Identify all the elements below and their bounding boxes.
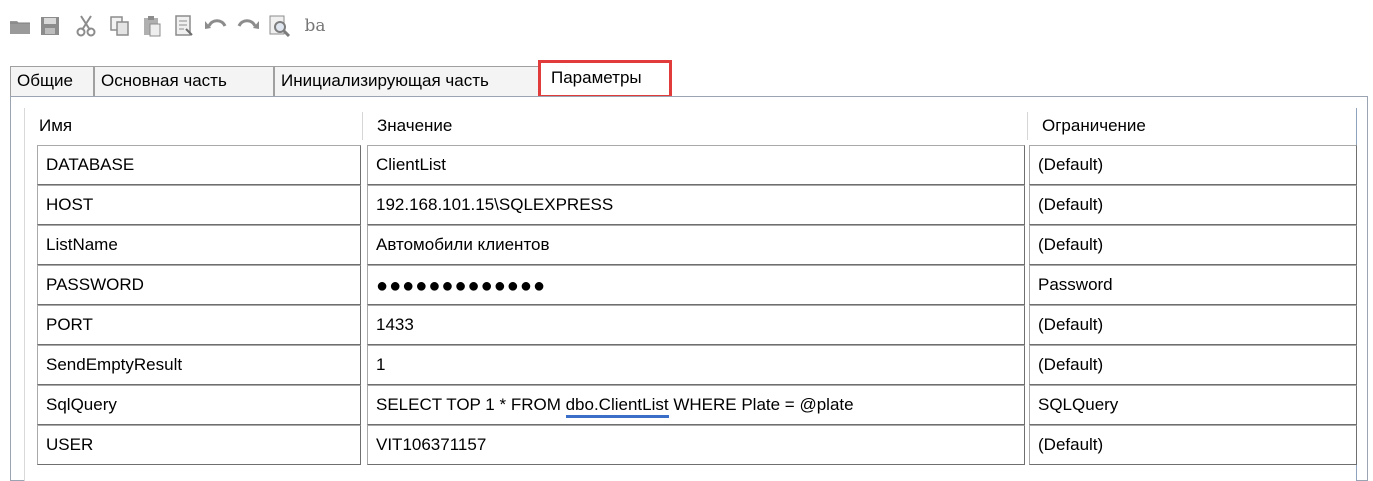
column-header-value[interactable]: Значение	[363, 108, 1023, 142]
param-name-cell[interactable]: USER	[37, 425, 361, 465]
undo-icon[interactable]	[204, 14, 228, 38]
sql-text-part: WHERE Plate = @plate	[668, 395, 854, 414]
param-value-cell[interactable]: VIT106371157	[367, 425, 1025, 465]
table-row[interactable]: ListName Автомобили клиентов (Default)	[25, 225, 1358, 265]
grid-header: Имя Значение Ограничение	[25, 108, 1358, 142]
param-name-cell[interactable]: HOST	[37, 185, 361, 225]
tab-general[interactable]: Общие	[10, 66, 94, 96]
tab-main-part[interactable]: Основная часть	[94, 66, 274, 96]
param-restriction-cell[interactable]: (Default)	[1029, 305, 1357, 345]
replace-icon-label: ba	[304, 16, 326, 36]
table-row[interactable]: PASSWORD ●●●●●●●●●●●●● Password	[25, 265, 1358, 305]
sql-query-value-cell[interactable]: SELECT TOP 1 * FROM dbo.ClientList WHERE…	[367, 385, 1025, 425]
param-name-cell[interactable]: DATABASE	[37, 145, 361, 185]
param-value-cell[interactable]: Автомобили клиентов	[367, 225, 1025, 265]
save-icon[interactable]	[38, 14, 62, 38]
paste-icon[interactable]	[140, 14, 164, 38]
param-restriction-cell[interactable]: SQLQuery	[1029, 385, 1357, 425]
find-icon[interactable]	[268, 14, 292, 38]
param-name-cell[interactable]: SendEmptyResult	[37, 345, 361, 385]
param-name-cell[interactable]: PORT	[37, 305, 361, 345]
replace-icon[interactable]: ba	[300, 14, 330, 38]
table-row[interactable]: SendEmptyResult 1 (Default)	[25, 345, 1358, 385]
folder-open-icon[interactable]	[8, 14, 32, 38]
param-value-cell[interactable]: 192.168.101.15\SQLEXPRESS	[367, 185, 1025, 225]
param-value-cell[interactable]: ClientList	[367, 145, 1025, 185]
sql-table-name-underlined: dbo.ClientList	[565, 395, 669, 418]
param-restriction-cell[interactable]: (Default)	[1029, 345, 1357, 385]
param-restriction-cell[interactable]: Password	[1029, 265, 1357, 305]
table-row[interactable]: USER VIT106371157 (Default)	[25, 425, 1358, 465]
redo-icon[interactable]	[236, 14, 260, 38]
table-row[interactable]: SqlQuery SELECT TOP 1 * FROM dbo.ClientL…	[25, 385, 1358, 425]
toolbar: ba	[0, 0, 1373, 56]
table-row[interactable]: HOST 192.168.101.15\SQLEXPRESS (Default)	[25, 185, 1358, 225]
param-restriction-cell[interactable]: (Default)	[1029, 425, 1357, 465]
tab-parameters[interactable]: Параметры	[538, 60, 672, 98]
cut-icon[interactable]	[74, 14, 98, 38]
password-value-cell[interactable]: ●●●●●●●●●●●●●	[367, 265, 1025, 305]
param-value-cell[interactable]: 1433	[367, 305, 1025, 345]
param-restriction-cell[interactable]: (Default)	[1029, 145, 1357, 185]
param-name-cell[interactable]: SqlQuery	[37, 385, 361, 425]
param-value-cell[interactable]: 1	[367, 345, 1025, 385]
copy-icon[interactable]	[108, 14, 132, 38]
parameters-grid: Имя Значение Ограничение DATABASE Client…	[24, 108, 1357, 481]
column-header-restriction[interactable]: Ограничение	[1028, 108, 1348, 142]
param-name-cell[interactable]: PASSWORD	[37, 265, 361, 305]
column-header-name[interactable]: Имя	[25, 108, 355, 142]
param-restriction-cell[interactable]: (Default)	[1029, 225, 1357, 265]
param-restriction-cell[interactable]: (Default)	[1029, 185, 1357, 225]
param-name-cell[interactable]: ListName	[37, 225, 361, 265]
sql-text-part: SELECT TOP 1 * FROM	[376, 395, 566, 414]
table-row[interactable]: PORT 1433 (Default)	[25, 305, 1358, 345]
table-row[interactable]: DATABASE ClientList (Default)	[25, 145, 1358, 185]
tab-init-part[interactable]: Инициализирующая часть	[274, 66, 542, 96]
properties-icon[interactable]	[172, 14, 196, 38]
